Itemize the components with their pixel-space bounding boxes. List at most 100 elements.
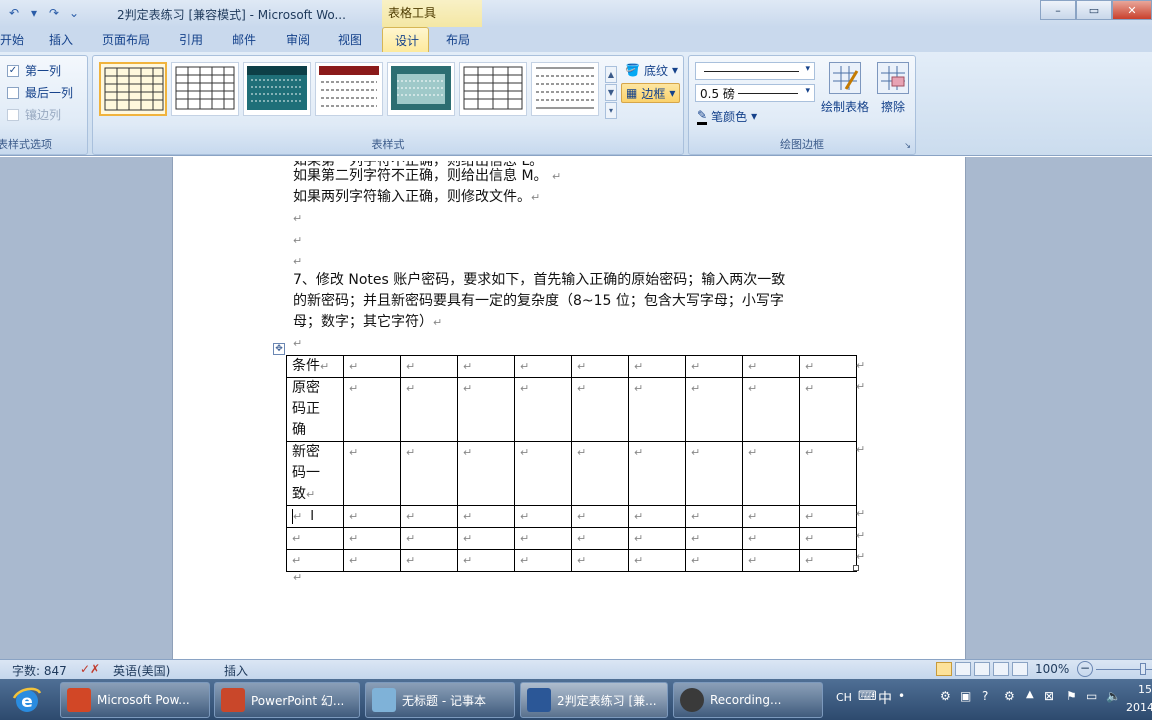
keyboard-icon[interactable]: ⌨: [858, 689, 877, 704]
table-cell[interactable]: ↵: [343, 505, 401, 528]
shading-button[interactable]: 🪣 底纹 ▾: [621, 60, 682, 80]
table-cell[interactable]: 新密 码一 致↵: [286, 441, 344, 506]
table-cell[interactable]: ↵: [457, 441, 515, 506]
table-cell[interactable]: ↵: [343, 549, 401, 572]
table-cell[interactable]: ↵: [457, 377, 515, 442]
taskbar-item-word[interactable]: 2判定表练习 [兼...: [520, 682, 668, 718]
table-cell[interactable]: ↵: [343, 355, 401, 378]
table-cell[interactable]: ↵: [514, 505, 572, 528]
table-cell[interactable]: ↵: [457, 527, 515, 550]
table-cell[interactable]: ↵: [742, 505, 800, 528]
taskbar-item-powerpoint[interactable]: Microsoft Pow...: [60, 682, 210, 718]
table-style-teal-header[interactable]: [243, 62, 311, 116]
gallery-scroll-down-icon[interactable]: ▼: [605, 84, 617, 101]
table-cell[interactable]: ↵: [742, 527, 800, 550]
table-cell[interactable]: 原密 码正确: [286, 377, 344, 442]
pen-color-button[interactable]: ✎ 笔颜色 ▾: [693, 106, 761, 126]
zoom-slider-thumb[interactable]: [1140, 663, 1146, 675]
print-layout-view-icon[interactable]: [936, 662, 952, 676]
document-page[interactable]: 如果第一列字符不正确，则给出信息 L。 如果第二列字符不正确，则给出信息 M。 …: [172, 157, 966, 659]
last-column-checkbox[interactable]: 最后一列: [7, 84, 73, 101]
web-layout-icon[interactable]: [974, 662, 990, 676]
table-cell[interactable]: ↵: [742, 377, 800, 442]
eraser-button[interactable]: 擦除: [865, 62, 921, 115]
customize-qat-icon[interactable]: ⌄: [66, 5, 82, 21]
table-cell[interactable]: ↵: [799, 441, 857, 506]
dialog-launcher-icon[interactable]: ↘: [904, 141, 911, 150]
table-cell[interactable]: ↵: [571, 355, 629, 378]
table-cell[interactable]: ↵: [685, 441, 743, 506]
ime-mode[interactable]: 中: [878, 688, 892, 708]
table-cell[interactable]: ↵: [400, 441, 458, 506]
tab-page-layout[interactable]: 页面布局: [102, 31, 150, 48]
table-cell[interactable]: ↵: [400, 549, 458, 572]
insert-mode[interactable]: 插入: [224, 662, 248, 679]
table-cell[interactable]: ↵: [628, 377, 686, 442]
table-cell[interactable]: 条件↵: [286, 355, 344, 378]
minimize-button[interactable]: –: [1040, 0, 1076, 20]
table-cell[interactable]: ↵: [457, 549, 515, 572]
table-move-handle-icon[interactable]: ✥: [273, 343, 285, 355]
close-button[interactable]: ✕: [1112, 0, 1152, 20]
table-style-dashed[interactable]: [531, 62, 599, 116]
network-icon[interactable]: ⊠: [1044, 689, 1054, 703]
action-center-icon[interactable]: ⚑: [1066, 689, 1077, 703]
input-language[interactable]: CH: [836, 691, 852, 704]
tab-references[interactable]: 引用: [179, 31, 203, 48]
table-style-light-grid[interactable]: [459, 62, 527, 116]
ime-options-icon[interactable]: •: [898, 689, 905, 703]
tab-design[interactable]: 设计: [382, 27, 429, 53]
table-cell[interactable]: ↵: [571, 377, 629, 442]
settings-icon[interactable]: ⚙: [1004, 689, 1015, 703]
table-cell[interactable]: ↵: [343, 527, 401, 550]
line-style-select[interactable]: ▾: [695, 62, 815, 80]
full-screen-reading-icon[interactable]: [955, 662, 971, 676]
table-cell[interactable]: ↵: [457, 505, 515, 528]
borders-button[interactable]: ▦ 边框 ▾: [621, 83, 681, 103]
table-style-red-header[interactable]: [315, 62, 383, 116]
table-cell[interactable]: ↵: [628, 355, 686, 378]
volume-icon[interactable]: 🔈: [1106, 689, 1121, 703]
table-cell[interactable]: ↵: [799, 505, 857, 528]
redo-icon[interactable]: ↷: [46, 5, 62, 21]
table-cell[interactable]: ↵: [514, 355, 572, 378]
draft-view-icon[interactable]: [1012, 662, 1028, 676]
table-cell[interactable]: ↵: [571, 505, 629, 528]
decision-table[interactable]: 条件↵ ↵ ↵ ↵ ↵ ↵ ↵ ↵ ↵ ↵ 原密 码正确 ↵ ↵ ↵ ↵ ↵ ↵ ↵ ↵ ↵ 新密 码一 致↵ ↵ ↵ ↵…: [286, 355, 857, 572]
first-column-checkbox[interactable]: ✓ 第一列: [7, 62, 61, 79]
line-weight-select[interactable]: 0.5 磅 ▾: [695, 84, 815, 102]
tray-app-icon[interactable]: ⚙: [940, 689, 951, 703]
table-cell[interactable]: ↵: [514, 377, 572, 442]
dropdown-icon[interactable]: ▾: [26, 5, 42, 21]
tab-insert[interactable]: 插入: [49, 31, 73, 48]
table-style-grid-2[interactable]: [171, 62, 239, 116]
table-cell[interactable]: ↵: [571, 441, 629, 506]
table-cell[interactable]: ↵: [514, 549, 572, 572]
table-cell[interactable]: ↵: [799, 549, 857, 572]
table-cell[interactable]: ↵: [514, 441, 572, 506]
tab-view[interactable]: 视图: [338, 31, 362, 48]
table-cell[interactable]: ↵: [685, 377, 743, 442]
table-cell[interactable]: ↵: [685, 549, 743, 572]
help-icon[interactable]: ?: [982, 689, 988, 703]
clock-date[interactable]: 2014: [1126, 701, 1152, 714]
show-hidden-icons-icon[interactable]: ▲: [1026, 689, 1034, 700]
table-cell[interactable]: ↵: [457, 355, 515, 378]
table-cell[interactable]: ↵: [571, 549, 629, 572]
table-cell[interactable]: ↵: [742, 549, 800, 572]
gallery-more-icon[interactable]: ▾: [605, 102, 617, 119]
table-cell[interactable]: ↵: [742, 355, 800, 378]
table-cell[interactable]: ↵: [343, 441, 401, 506]
table-cell[interactable]: ↵: [571, 527, 629, 550]
zoom-out-icon[interactable]: −: [1077, 661, 1093, 677]
gallery-scroll-up-icon[interactable]: ▲: [605, 66, 617, 83]
undo-icon[interactable]: ↶: [6, 5, 22, 21]
maximize-button[interactable]: ▭: [1076, 0, 1112, 20]
table-cell[interactable]: ↵: [514, 527, 572, 550]
clock-time[interactable]: 15: [1138, 683, 1152, 696]
tray-tool-icon[interactable]: ▣: [960, 689, 971, 703]
tab-mailings[interactable]: 邮件: [232, 31, 256, 48]
proofing-icon[interactable]: ✓✗: [80, 662, 100, 676]
tab-layout[interactable]: 布局: [446, 31, 470, 48]
table-style-plain-grid[interactable]: [99, 62, 167, 116]
